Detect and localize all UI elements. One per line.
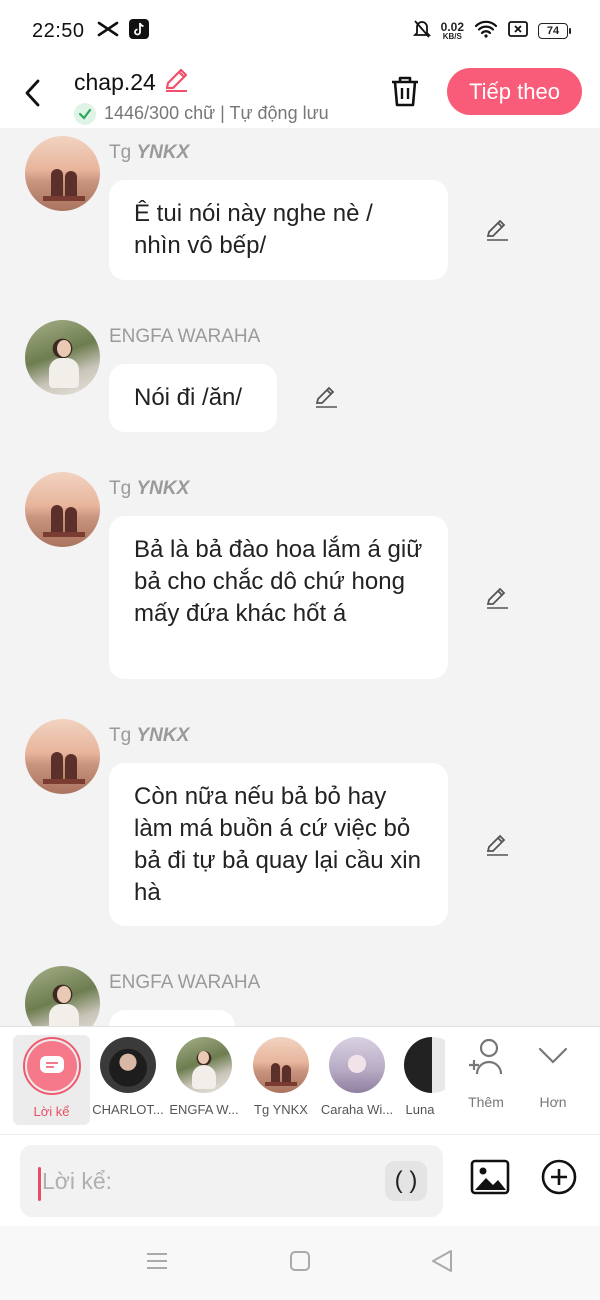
tiktok-icon (128, 18, 149, 44)
narration-icon (26, 1041, 77, 1091)
word-count-autosave: 1446/300 chữ | Tự động lưu (104, 103, 329, 123)
battery-icon: 74 (538, 23, 571, 39)
character-caraha[interactable]: Caraha Wi... (319, 1035, 395, 1125)
chat-message: ENGFA WARAHA Nói đi /ăn/ (0, 312, 600, 432)
back-nav-button[interactable] (429, 1249, 455, 1274)
add-character-button[interactable]: Thêm (456, 1037, 516, 1110)
character-label: Tg YNKX (254, 1102, 308, 1117)
edit-title-icon[interactable] (162, 66, 190, 99)
square-icon (289, 1250, 311, 1277)
sender-name: Tg YNKX (109, 725, 189, 747)
character-label: ENGFA W... (169, 1102, 239, 1117)
sender-handle: ENGFA WARAHA (109, 972, 261, 993)
chat-message: Tg YNKX Còn nữa nếu bả bỏ hay làm má buồ… (0, 711, 600, 926)
sender-handle: YNKX (136, 142, 190, 163)
narration-input[interactable] (42, 1161, 372, 1201)
sender-name: Tg YNKX (109, 478, 189, 500)
message-bubble[interactable]: Nói đi /ăn/ (109, 364, 277, 432)
avatar (100, 1037, 156, 1093)
net-speed-unit: KB/S (442, 32, 462, 41)
chat-message: Tg YNKX Ê tui nói này nghe nè / nhìn vô … (0, 128, 600, 280)
character-selector: Lời kể CHARLOT... ENGFA W... Tg YNKX Car… (0, 1026, 600, 1134)
text-caret (38, 1167, 41, 1201)
next-button[interactable]: Tiếp theo (447, 68, 582, 115)
sender-name: ENGFA WARAHA (109, 326, 260, 348)
mute-bell-icon (412, 19, 431, 44)
avatar[interactable] (25, 136, 100, 211)
character-label: CHARLOT... (92, 1102, 164, 1117)
chevron-down-icon (537, 1037, 569, 1082)
avatar[interactable] (25, 472, 100, 547)
editor-header: chap.24 1446/300 chữ | Tự động lưu Tiếp … (0, 62, 600, 128)
capcut-icon (97, 20, 119, 43)
add-user-icon (465, 1037, 507, 1082)
sender-handle: YNKX (136, 478, 190, 499)
plus-circle-icon (540, 1158, 578, 1201)
sender-handle: ENGFA WARAHA (109, 326, 261, 347)
more-label: Hơn (539, 1094, 567, 1110)
avatar (253, 1037, 309, 1093)
parentheses-button[interactable]: ( ) (385, 1161, 427, 1201)
character-luna[interactable]: Luna (395, 1035, 445, 1125)
image-icon (470, 1159, 510, 1200)
character-narrator[interactable]: Lời kể (13, 1035, 90, 1125)
avatar[interactable] (25, 320, 100, 395)
avatar (404, 1037, 445, 1093)
net-speed: 0.02 KB/S (441, 21, 464, 41)
sender-prefix: Tg (109, 725, 132, 746)
trash-icon (389, 74, 421, 113)
message-bubble[interactable]: Bả là bả đào hoa lắm á giữ bả cho chắc d… (109, 516, 448, 679)
add-label: Thêm (468, 1094, 504, 1110)
message-bubble[interactable]: Ê tui nói này nghe nè / nhìn vô bếp/ (109, 180, 448, 280)
avatar[interactable] (25, 719, 100, 794)
chat-message: Tg YNKX Bả là bả đào hoa lắm á giữ bả ch… (0, 464, 600, 679)
chat-message: ENGFA WARAHA (0, 958, 600, 1026)
recents-button[interactable] (144, 1252, 170, 1274)
back-button[interactable] (0, 65, 64, 125)
compose-box[interactable]: ( ) (20, 1145, 443, 1217)
character-label: Caraha Wi... (320, 1102, 394, 1117)
sender-name: ENGFA WARAHA (109, 972, 260, 994)
triangle-back-icon (430, 1249, 454, 1278)
character-charlotte[interactable]: CHARLOT... (90, 1035, 166, 1125)
sender-prefix: Tg (109, 142, 132, 163)
character-engfa[interactable]: ENGFA W... (166, 1035, 242, 1125)
chevron-left-icon (23, 79, 41, 112)
avatar (329, 1037, 385, 1093)
avatar (176, 1037, 232, 1093)
more-button[interactable]: Hơn (523, 1037, 583, 1110)
insert-image-button[interactable] (468, 1157, 512, 1201)
sender-prefix: Tg (109, 478, 132, 499)
menu-icon (145, 1251, 169, 1276)
delete-button[interactable] (384, 70, 426, 116)
message-bubble[interactable] (109, 1010, 235, 1026)
sender-name: Tg YNKX (109, 142, 189, 164)
character-label: Lời kể (33, 1104, 70, 1119)
character-label: Luna (405, 1102, 435, 1117)
status-bar: 22:50 0.02 KB/S 74 (0, 0, 600, 62)
system-nav-bar (0, 1226, 600, 1300)
edit-message-button[interactable] (481, 214, 513, 246)
edit-message-button[interactable] (310, 381, 342, 413)
status-time: 22:50 (32, 19, 85, 42)
compose-bar: ( ) (0, 1134, 600, 1226)
sim-x-icon (508, 20, 528, 43)
chat-area[interactable]: Tg YNKX Ê tui nói này nghe nè / nhìn vô … (0, 128, 600, 1026)
message-bubble[interactable]: Còn nữa nếu bả bỏ hay làm má buồn á cứ v… (109, 763, 448, 926)
edit-message-button[interactable] (481, 829, 513, 861)
status-app-icons (97, 18, 149, 44)
character-ynkx[interactable]: Tg YNKX (243, 1035, 319, 1125)
saved-check-icon (74, 102, 96, 125)
edit-message-button[interactable] (481, 582, 513, 614)
add-button[interactable] (537, 1157, 581, 1201)
sender-handle: YNKX (136, 725, 190, 746)
chapter-title[interactable]: chap.24 (74, 69, 156, 96)
wifi-icon (474, 20, 498, 43)
avatar[interactable] (25, 966, 100, 1026)
home-button[interactable] (287, 1250, 313, 1277)
